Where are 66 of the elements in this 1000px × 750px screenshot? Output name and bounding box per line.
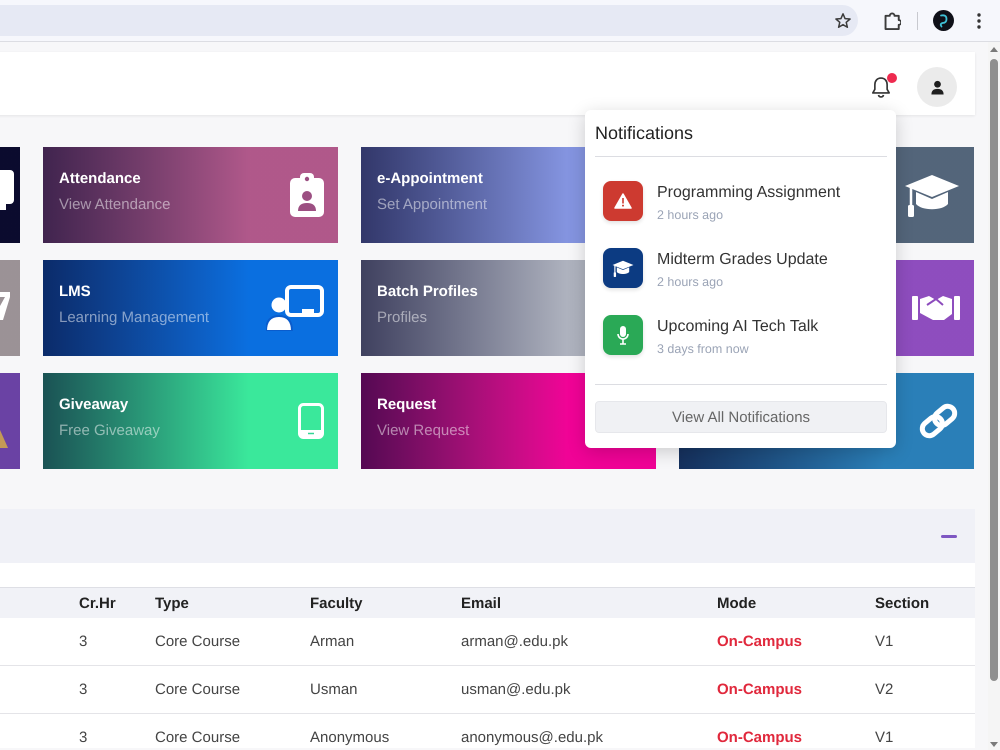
table-cell: V1 bbox=[875, 632, 894, 652]
dashboard-tile[interactable]: Giveaway Free Giveaway bbox=[43, 373, 338, 469]
partial-icon bbox=[0, 430, 8, 448]
column-header[interactable]: Section bbox=[875, 594, 930, 612]
tile-title: LMS bbox=[59, 283, 92, 301]
partial-icon bbox=[0, 292, 10, 320]
tile-title: Giveaway bbox=[59, 396, 130, 414]
dashboard-tile[interactable]: Attendance View Attendance bbox=[43, 147, 338, 243]
dropdown-title: Notifications bbox=[595, 122, 694, 144]
scrollbar-thumb[interactable] bbox=[990, 59, 998, 681]
id-badge-icon bbox=[290, 173, 324, 217]
mode-label: On-Campus bbox=[717, 680, 802, 700]
tile-subtitle: Profiles bbox=[377, 309, 428, 327]
teacher-board-icon bbox=[266, 285, 324, 331]
column-header[interactable]: Faculty bbox=[310, 594, 363, 612]
table-cell: Arman bbox=[310, 632, 354, 652]
bookmark-star-icon[interactable] bbox=[835, 13, 851, 28]
tile-subtitle: View Request bbox=[377, 422, 470, 440]
column-header[interactable]: Cr.Hr bbox=[79, 594, 116, 612]
link-icon bbox=[917, 401, 960, 441]
puzzle-icon[interactable] bbox=[884, 12, 901, 30]
handshake-icon bbox=[912, 293, 960, 323]
collapse-icon[interactable] bbox=[941, 534, 957, 538]
tile-subtitle: Learning Management bbox=[59, 309, 210, 327]
notification-title[interactable]: Upcoming AI Tech Talk bbox=[657, 317, 818, 337]
user-avatar-icon[interactable] bbox=[917, 67, 957, 107]
tile-subtitle: View Attendance bbox=[59, 196, 170, 214]
table-cell: anonymous@.edu.pk bbox=[461, 728, 603, 748]
tile-title: e-Appointment bbox=[377, 170, 484, 188]
mode-label: On-Campus bbox=[717, 728, 802, 748]
table-cell: 3 bbox=[79, 728, 88, 748]
table-cell: usman@.edu.pk bbox=[461, 680, 570, 700]
bell-icon[interactable] bbox=[872, 76, 890, 98]
mode-label: On-Campus bbox=[717, 632, 802, 652]
column-header[interactable]: Type bbox=[155, 594, 189, 612]
table-cell: Anonymous bbox=[310, 728, 390, 748]
scroll-up-icon[interactable] bbox=[990, 47, 998, 52]
tile-title: Request bbox=[377, 396, 438, 414]
tile-title: Batch Profiles bbox=[377, 283, 478, 301]
kebab-menu-icon[interactable] bbox=[977, 12, 981, 28]
tile-title: Attendance bbox=[59, 170, 142, 188]
phone-icon bbox=[298, 403, 324, 439]
table-cell: V2 bbox=[875, 680, 894, 700]
graduation-cap-icon bbox=[904, 173, 960, 217]
scroll-down-icon[interactable] bbox=[990, 742, 998, 747]
column-header[interactable]: Mode bbox=[717, 594, 756, 612]
notification-time: 2 hours ago bbox=[657, 207, 724, 223]
column-header[interactable]: Email bbox=[461, 594, 502, 612]
table-cell: Core Course bbox=[155, 680, 240, 700]
table-cell: Core Course bbox=[155, 728, 240, 748]
notification-time: 3 days from now bbox=[657, 341, 750, 357]
profile-avatar-icon[interactable] bbox=[933, 10, 954, 31]
notification-title[interactable]: Midterm Grades Update bbox=[657, 250, 828, 270]
table-cell: Core Course bbox=[155, 632, 240, 652]
tile-subtitle: Set Appointment bbox=[377, 196, 488, 214]
table-cell: Usman bbox=[310, 680, 358, 700]
table-cell: V1 bbox=[875, 728, 894, 748]
view-all-button[interactable]: View All Notifications bbox=[595, 401, 887, 433]
table-cell: 3 bbox=[79, 632, 88, 652]
table-cell: arman@.edu.pk bbox=[461, 632, 568, 652]
dashboard-tile[interactable]: LMS Learning Management bbox=[43, 260, 338, 356]
notification-title[interactable]: Programming Assignment bbox=[657, 183, 840, 203]
tile-subtitle: Free Giveaway bbox=[59, 422, 160, 440]
notification-time: 2 hours ago bbox=[657, 274, 724, 290]
partial-icon bbox=[0, 170, 14, 210]
table-cell: 3 bbox=[79, 680, 88, 700]
